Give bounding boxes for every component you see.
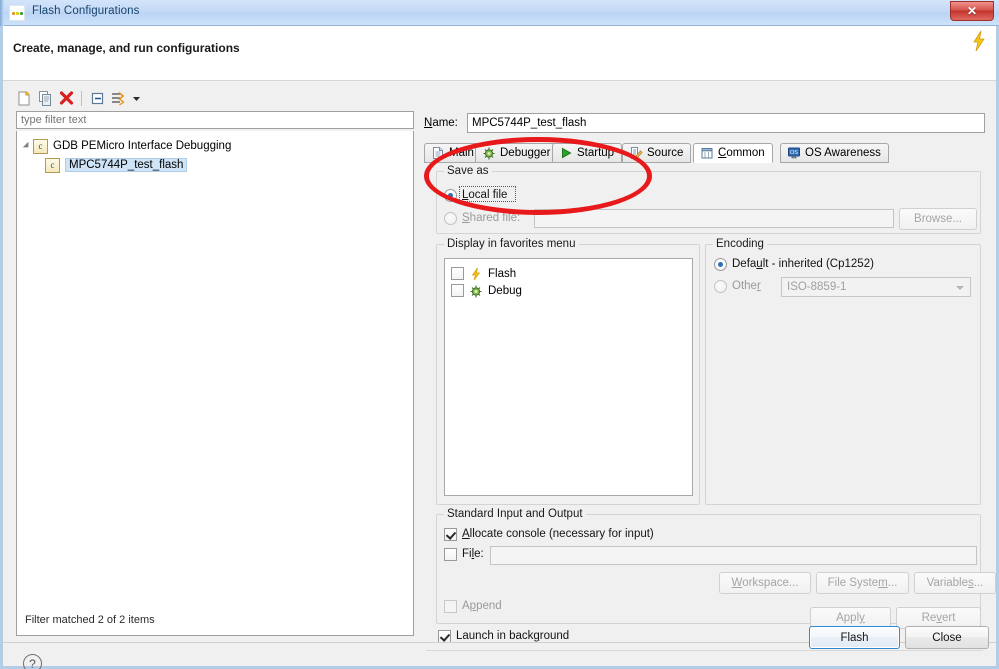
encoding-other-radio[interactable] <box>714 280 727 293</box>
allocate-console-checkbox[interactable] <box>444 528 457 541</box>
dialog-header: Create, manage, and run configurations <box>3 26 996 81</box>
chevron-down-icon <box>956 286 964 290</box>
duplicate-configuration-icon[interactable] <box>37 90 54 107</box>
file-checkbox[interactable] <box>444 548 457 561</box>
page-title: Create, manage, and run configurations <box>13 41 240 55</box>
view-menu-chevron-icon[interactable] <box>131 90 142 107</box>
document-icon <box>431 146 445 160</box>
encoding-default-label: Default - inherited (Cp1252) <box>732 258 874 270</box>
window-title: Flash Configurations <box>32 5 140 17</box>
tab-label: Source <box>647 147 684 159</box>
filter-input[interactable] <box>16 111 414 129</box>
tab-common[interactable]: Common <box>693 143 773 163</box>
new-launch-configuration-icon[interactable] <box>16 90 33 107</box>
save-as-group: Save as Local file Shared file: Browse..… <box>436 165 981 234</box>
configurations-panel: c GDB PEMicro Interface Debugging c MPC5… <box>14 87 418 638</box>
dialog-body: Create, manage, and run configurations t… <box>0 26 999 669</box>
common-tab-content: Save as Local file Shared file: Browse..… <box>424 163 996 651</box>
configuration-tabs: Main Debugger Startup Source Common OS O… <box>424 143 985 164</box>
tree-item-label: GDB PEMicro Interface Debugging <box>53 140 232 152</box>
flash-configurations-dialog: Flash Configurations ✕ Create, manage, a… <box>0 0 999 669</box>
browse-button[interactable]: Browse... <box>899 208 977 230</box>
tab-source[interactable]: Source <box>622 143 692 163</box>
file-system-button[interactable]: File System... <box>816 572 909 594</box>
svg-text:OS: OS <box>790 150 798 156</box>
tab-label: Common <box>718 147 765 159</box>
favorites-item-label: Debug <box>488 284 522 297</box>
encoding-other-value: ISO-8859-1 <box>787 281 847 293</box>
append-checkbox[interactable] <box>444 600 457 613</box>
favorites-group-title: Display in favorites menu <box>444 238 579 250</box>
lightning-bolt-icon <box>469 267 483 281</box>
encoding-other-label: Other <box>732 280 761 292</box>
bug-icon <box>482 146 496 160</box>
tree-item-mpc5744p-test-flash[interactable]: c MPC5744P_test_flash <box>45 156 188 174</box>
bug-icon <box>469 284 483 298</box>
tab-debugger[interactable]: Debugger <box>475 143 559 163</box>
expand-arrow-icon[interactable] <box>22 141 32 151</box>
encoding-other-combo[interactable]: ISO-8859-1 <box>781 277 971 297</box>
toolbar-separator <box>81 91 82 106</box>
close-window-button[interactable]: ✕ <box>950 1 994 21</box>
source-edit-icon <box>629 146 643 160</box>
filter-status-text: Filter matched 2 of 2 items <box>25 614 155 626</box>
shared-file-input[interactable] <box>534 209 894 228</box>
tab-os-awareness[interactable]: OS OS Awareness <box>780 143 889 163</box>
encoding-group: Encoding Default - inherited (Cp1252) Ot… <box>705 238 981 505</box>
tab-label: Debugger <box>500 147 551 159</box>
tree-item-label: MPC5744P_test_flash <box>65 158 188 172</box>
tab-startup[interactable]: Startup <box>552 143 623 163</box>
variables-button[interactable]: Variables... <box>914 572 996 594</box>
collapse-all-icon[interactable] <box>89 90 106 107</box>
stdio-group-title: Standard Input and Output <box>444 508 586 520</box>
tab-label: Main <box>449 147 474 159</box>
configurations-tree[interactable]: c GDB PEMicro Interface Debugging c MPC5… <box>16 131 414 636</box>
configuration-editor-panel: Name: Main <box>422 87 996 651</box>
title-bar-left-edge <box>0 0 4 26</box>
favorites-item-label: Flash <box>488 267 517 280</box>
favorites-group: Display in favorites menu Flash Debug <box>436 238 700 505</box>
configurations-toolbar <box>14 87 418 110</box>
encoding-default-radio[interactable] <box>714 258 727 271</box>
favorites-item-flash[interactable]: Flash <box>451 265 516 282</box>
workspace-button[interactable]: Workspace... <box>719 572 811 594</box>
close-button[interactable]: Close <box>905 626 989 649</box>
c-config-icon: c <box>45 157 60 173</box>
stdio-file-input[interactable] <box>490 546 977 565</box>
debug-favorite-checkbox[interactable] <box>451 284 464 297</box>
allocate-console-label: Allocate console (necessary for input) <box>462 528 654 540</box>
shared-file-label: Shared file: <box>462 212 521 224</box>
name-input[interactable] <box>467 113 985 133</box>
c-config-icon: c <box>33 138 48 154</box>
tree-item-gdb-pemicro[interactable]: c GDB PEMicro Interface Debugging <box>22 137 232 155</box>
name-label: Name: <box>424 117 458 129</box>
tab-label: OS Awareness <box>805 147 881 159</box>
play-icon <box>559 146 573 160</box>
tab-label: Startup <box>577 147 615 159</box>
tab-label-rest: ommon <box>726 147 765 159</box>
local-file-focus-ring <box>459 186 516 202</box>
save-as-group-title: Save as <box>444 165 492 177</box>
os-monitor-icon: OS <box>787 146 801 160</box>
flash-button[interactable]: Flash <box>809 626 900 649</box>
title-bar: Flash Configurations ✕ <box>0 0 999 26</box>
shared-file-radio[interactable] <box>444 212 457 225</box>
flash-favorite-checkbox[interactable] <box>451 267 464 280</box>
lightning-bolt-icon <box>973 30 985 52</box>
launch-in-background-label: Launch in background <box>456 630 570 642</box>
local-file-radio[interactable] <box>444 189 457 202</box>
common-window-icon <box>700 146 714 160</box>
favorites-item-debug[interactable]: Debug <box>451 282 522 299</box>
flash-config-icon <box>9 5 25 21</box>
tab-main[interactable]: Main <box>424 143 482 163</box>
append-label: Append <box>462 600 502 612</box>
question-mark-icon[interactable]: ? <box>23 654 42 669</box>
favorites-listbox[interactable]: Flash Debug <box>444 258 693 496</box>
file-label: File: <box>462 548 484 560</box>
delete-configuration-icon[interactable] <box>58 90 75 107</box>
encoding-group-title: Encoding <box>713 238 767 250</box>
content-separator <box>426 650 983 651</box>
filter-launch-configurations-icon[interactable] <box>110 90 127 107</box>
